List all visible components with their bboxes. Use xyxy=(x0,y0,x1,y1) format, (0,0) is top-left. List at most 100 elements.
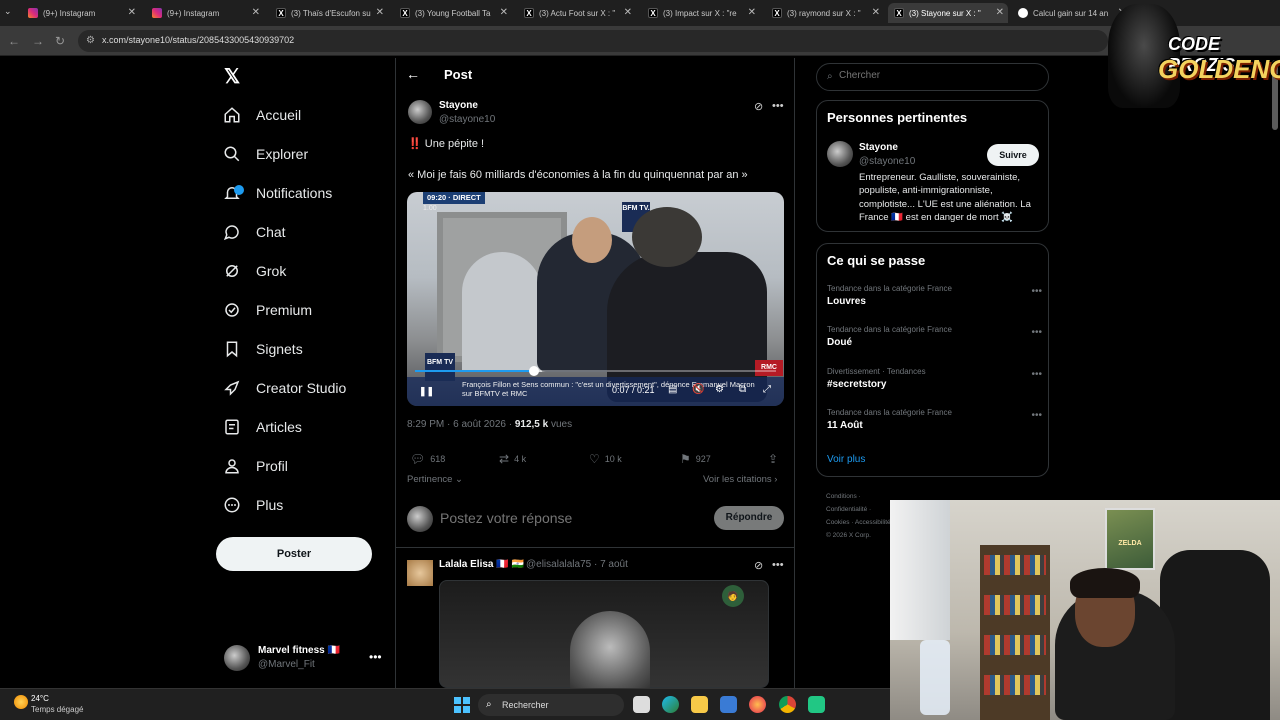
trend-item[interactable]: Tendance dans la catégorie France Louvres… xyxy=(827,284,1042,320)
user-handle[interactable]: @stayone10 xyxy=(859,156,915,167)
browser-tab-active[interactable]: X (3) Stayone sur X : " ✕ xyxy=(888,3,1008,23)
author-avatar[interactable] xyxy=(408,100,432,124)
fullscreen-icon[interactable]: ⤢ xyxy=(763,384,771,395)
close-icon[interactable]: ✕ xyxy=(252,7,260,18)
forward-arrow-icon[interactable]: → xyxy=(32,34,44,48)
author-name[interactable]: Stayone xyxy=(439,100,478,111)
more-dots-icon[interactable]: ••• xyxy=(1031,410,1042,421)
site-info-icon[interactable]: ⚙ xyxy=(86,35,95,46)
reply-button[interactable]: Répondre xyxy=(714,506,784,530)
url-field[interactable]: ⚙ x.com/stayone10/status/208543300543093… xyxy=(78,30,1108,52)
back-arrow-icon[interactable]: ← xyxy=(406,66,420,82)
more-dots-icon[interactable]: ••• xyxy=(1031,369,1042,380)
nav-item-explorer[interactable]: Explorer xyxy=(222,139,308,169)
close-icon[interactable]: ✕ xyxy=(996,7,1004,18)
mute-icon[interactable]: 🔇 xyxy=(692,384,704,395)
more-dots-icon[interactable]: ••• xyxy=(772,100,784,112)
reply-author-name[interactable]: Lalala Elisa 🇫🇷 🇮🇳 xyxy=(439,559,524,570)
view-citations-link[interactable]: Voir les citations › xyxy=(703,474,777,485)
x-icon: X xyxy=(648,8,658,18)
avatar[interactable] xyxy=(827,141,853,167)
pip-icon[interactable]: ⧉ xyxy=(739,384,746,395)
trend-item[interactable]: Tendance dans la catégorie France Doué ••• xyxy=(827,325,1042,361)
media-avatar-badge: 🧑 xyxy=(722,585,744,607)
more-dots-icon[interactable]: ••• xyxy=(772,559,784,571)
repost-action[interactable]: ⇄ 4 k xyxy=(499,452,526,466)
see-more-link[interactable]: Voir plus xyxy=(827,454,865,465)
heart-icon: ♡ xyxy=(589,452,600,466)
browser-tab[interactable]: X (3) Actu Foot sur X : " ✕ xyxy=(518,3,636,23)
close-icon[interactable]: ✕ xyxy=(624,7,632,18)
browser-tab[interactable]: (9+) Instagram ✕ xyxy=(146,3,264,23)
nav-item-chat[interactable]: Chat xyxy=(222,217,286,247)
firefox-icon[interactable] xyxy=(749,696,766,713)
edge-icon[interactable] xyxy=(662,696,679,713)
more-dots-icon[interactable]: ••• xyxy=(1031,286,1042,297)
nav-item-accueil[interactable]: Accueil xyxy=(222,100,301,130)
back-arrow-icon[interactable]: ← xyxy=(8,34,20,48)
nav-item-grok[interactable]: Grok xyxy=(222,256,286,286)
nav-item-plus[interactable]: Plus xyxy=(222,490,283,520)
search-box[interactable]: ⌕ xyxy=(816,63,1049,91)
close-icon[interactable]: ✕ xyxy=(128,7,136,18)
user-name[interactable]: Stayone xyxy=(859,142,898,153)
nav-item-premium[interactable]: Premium xyxy=(222,295,312,325)
bookmark-action[interactable]: ⚑ 927 xyxy=(680,452,711,466)
author-handle[interactable]: @stayone10 xyxy=(439,114,495,125)
store-icon[interactable] xyxy=(720,696,737,713)
account-switcher[interactable]: Marvel fitness 🇫🇷 @Marvel_Fit ••• xyxy=(224,642,394,682)
close-icon[interactable]: ✕ xyxy=(500,7,508,18)
nav-item-profil[interactable]: Profil xyxy=(222,451,288,481)
video-time: 0:07 / 0:21 xyxy=(612,385,655,395)
windows-start-icon[interactable] xyxy=(454,697,470,713)
pause-icon[interactable]: ❚❚ xyxy=(419,386,434,397)
nav-item-notifications[interactable]: Notifications xyxy=(222,178,332,208)
nav-item-creator-studio[interactable]: Creator Studio xyxy=(222,373,346,403)
reply-author-handle[interactable]: @elisalalala75 · 7 août xyxy=(526,559,628,570)
more-dots-icon[interactable]: ••• xyxy=(1031,327,1042,338)
premium-icon xyxy=(222,300,242,320)
tab-search-icon[interactable]: ⌄ xyxy=(4,6,12,17)
nav-item-signets[interactable]: Signets xyxy=(222,334,303,364)
reply-media[interactable]: 🧑 xyxy=(439,580,769,688)
post-stats: 8:29 PM · 6 août 2026 · 912,5 k vues xyxy=(407,419,572,430)
weather-icon[interactable] xyxy=(14,695,28,709)
browser-tab[interactable]: X (3) Young Football Ta ✕ xyxy=(394,3,512,23)
more-dots-icon[interactable]: ••• xyxy=(369,650,382,664)
video-player[interactable]: BFM TV. 09:20 · DIRECT 1.00 BFM TV RMC F… xyxy=(407,192,784,406)
video-scrubber[interactable] xyxy=(415,366,776,376)
close-icon[interactable]: ✕ xyxy=(748,7,756,18)
task-view-icon[interactable] xyxy=(633,696,650,713)
post-button[interactable]: Poster xyxy=(216,537,372,571)
browser-tab[interactable]: (9+) Instagram ✕ xyxy=(22,3,140,23)
reload-icon[interactable]: ↻ xyxy=(55,34,65,48)
trend-item[interactable]: Tendance dans la catégorie France 11 Août… xyxy=(827,408,1042,444)
browser-tab[interactable]: X (3) Thaïs d'Escufon su ✕ xyxy=(270,3,388,23)
trend-item[interactable]: Divertissement · Tendances #secretstory ••… xyxy=(827,367,1042,403)
captions-icon[interactable]: ▤ xyxy=(668,384,677,395)
like-action[interactable]: ♡ 10 k xyxy=(589,452,622,466)
scrubber-handle[interactable] xyxy=(529,366,540,376)
search-input[interactable] xyxy=(839,70,1039,81)
reply-author-avatar[interactable] xyxy=(407,560,433,586)
file-explorer-icon[interactable] xyxy=(691,696,708,713)
settings-gear-icon[interactable]: ⚙ xyxy=(715,384,724,395)
browser-tab[interactable]: X (3) raymond sur X : " ✕ xyxy=(766,3,884,23)
grok-icon[interactable]: ⊘ xyxy=(754,559,763,572)
taskbar-search[interactable]: ⌕ Rechercher xyxy=(478,694,624,716)
grok-icon[interactable]: ⊘ xyxy=(754,100,763,113)
reply-input[interactable] xyxy=(440,510,621,526)
close-icon[interactable]: ✕ xyxy=(376,7,384,18)
chrome-icon[interactable] xyxy=(779,696,796,713)
footer-links[interactable]: Conditions · Confidentialité · Cookies ·… xyxy=(826,490,896,542)
reply-action[interactable]: 💬︎ 618 xyxy=(410,452,445,466)
nav-item-articles[interactable]: Articles xyxy=(222,412,302,442)
x-logo-icon[interactable]: 𝕏 xyxy=(224,64,240,89)
browser-tab[interactable]: X (3) Impact sur X : "re ✕ xyxy=(642,3,760,23)
sort-dropdown[interactable]: Pertinence ⌄ xyxy=(407,474,463,485)
follow-button[interactable]: Suivre xyxy=(987,144,1039,166)
share-action[interactable]: ⇪ xyxy=(768,452,783,466)
chat-icon xyxy=(222,222,242,242)
app-icon[interactable] xyxy=(808,696,825,713)
close-icon[interactable]: ✕ xyxy=(872,7,880,18)
